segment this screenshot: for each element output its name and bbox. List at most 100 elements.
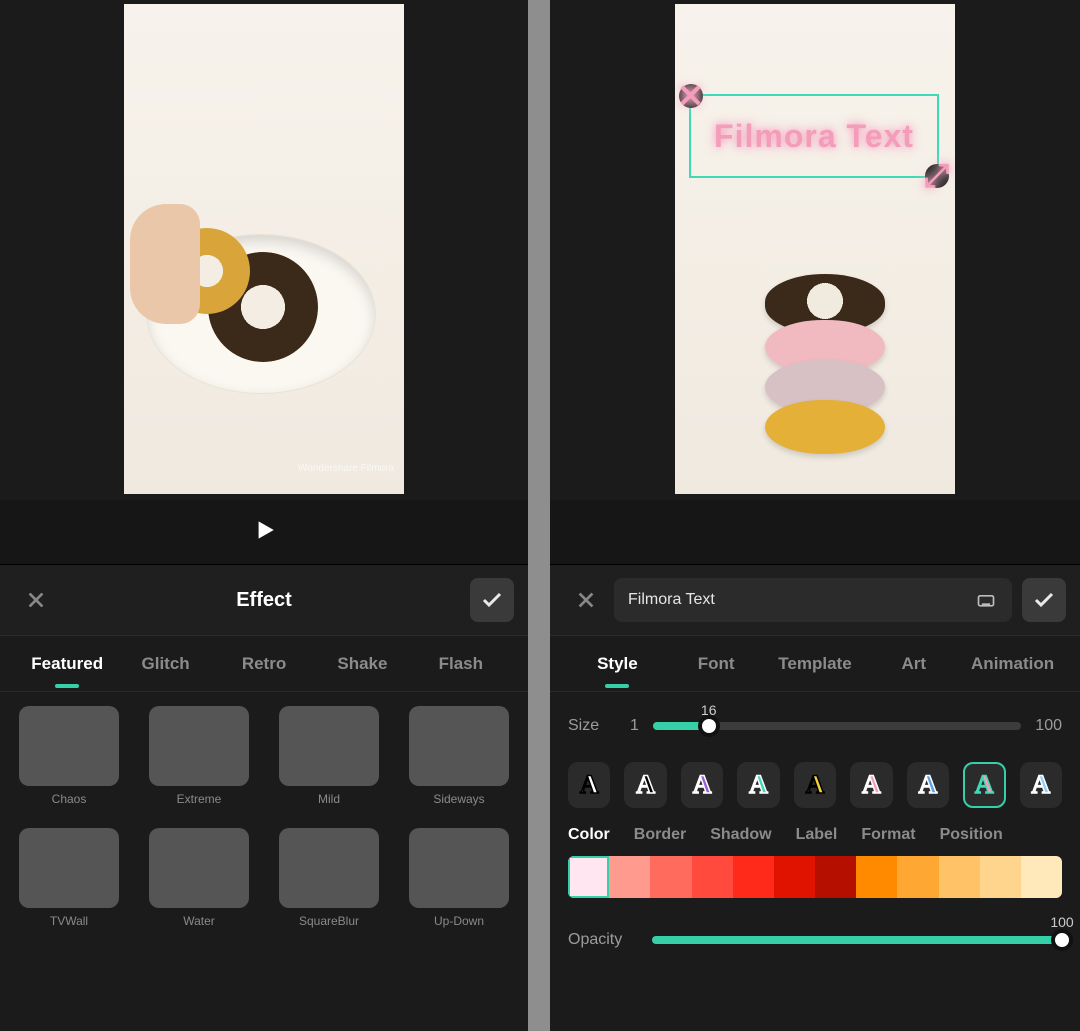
text-preset-4[interactable]: A xyxy=(794,762,836,808)
effect-extreme[interactable]: Extreme xyxy=(148,706,250,806)
text-property-tabs: Color Border Shadow Label Format Position xyxy=(550,812,1080,852)
color-swatch[interactable] xyxy=(609,856,650,898)
subtab-shadow[interactable]: Shadow xyxy=(710,826,771,844)
text-content-input[interactable]: Filmora Text xyxy=(614,578,1012,622)
tab-template[interactable]: Template xyxy=(766,654,865,674)
subtab-format[interactable]: Format xyxy=(861,826,915,844)
size-max: 100 xyxy=(1035,717,1062,735)
spacer xyxy=(550,500,1080,564)
effect-pane: Wondershare Filmora Effect FeaturedGlitc… xyxy=(0,0,528,1031)
effect-panel-header: Effect xyxy=(0,564,528,636)
text-overlay-content: Filmora Text xyxy=(714,118,914,155)
effect-thumbnail xyxy=(409,828,509,908)
text-input-value: Filmora Text xyxy=(628,591,974,609)
text-style-presets: AAAAAAAAA xyxy=(550,752,1080,812)
playback-bar xyxy=(0,500,528,564)
color-swatch[interactable] xyxy=(692,856,733,898)
text-panel-header: Filmora Text xyxy=(550,564,1080,636)
tab-animation[interactable]: Animation xyxy=(963,654,1062,674)
watermark-text: Wondershare Filmora xyxy=(298,463,394,474)
panel-title: Effect xyxy=(58,589,470,612)
effect-label: Chaos xyxy=(52,792,87,806)
effect-up-down[interactable]: Up-Down xyxy=(408,828,510,928)
subtab-color[interactable]: Color xyxy=(568,826,610,844)
effect-thumbnail xyxy=(149,828,249,908)
color-swatch[interactable] xyxy=(939,856,980,898)
tab-flash[interactable]: Flash xyxy=(412,654,510,674)
effect-chaos[interactable]: Chaos xyxy=(18,706,120,806)
effect-thumbnail xyxy=(149,706,249,786)
effect-label: SquareBlur xyxy=(299,914,359,928)
text-preset-2[interactable]: A xyxy=(681,762,723,808)
text-preset-0[interactable]: A xyxy=(568,762,610,808)
subtab-position[interactable]: Position xyxy=(940,826,1003,844)
effect-label: Up-Down xyxy=(434,914,484,928)
effect-water[interactable]: Water xyxy=(148,828,250,928)
opacity-row: Opacity 100 xyxy=(550,898,1080,960)
color-swatch[interactable] xyxy=(568,856,609,898)
scale-handle-icon[interactable]: ⤢ xyxy=(925,164,949,188)
text-preset-7[interactable]: A xyxy=(963,762,1005,808)
size-min: 1 xyxy=(630,717,639,735)
effect-thumbnail xyxy=(409,706,509,786)
subtab-label[interactable]: Label xyxy=(796,826,838,844)
effect-label: TVWall xyxy=(50,914,88,928)
color-swatch[interactable] xyxy=(650,856,691,898)
subtab-border[interactable]: Border xyxy=(634,826,686,844)
color-swatch[interactable] xyxy=(1021,856,1062,898)
size-label: Size xyxy=(568,717,616,735)
effect-label: Extreme xyxy=(177,792,222,806)
effect-thumbnail xyxy=(19,828,119,908)
effect-grid: Chaos Extreme Mild Sideways TVWall Water Squar… xyxy=(0,692,528,942)
effect-thumbnail xyxy=(19,706,119,786)
illustration-donut-stack xyxy=(765,288,885,454)
tab-shake[interactable]: Shake xyxy=(313,654,411,674)
tab-retro[interactable]: Retro xyxy=(215,654,313,674)
opacity-label: Opacity xyxy=(568,931,638,949)
color-swatch[interactable] xyxy=(897,856,938,898)
text-preset-3[interactable]: A xyxy=(737,762,779,808)
size-control: Size 1 16 100 xyxy=(550,692,1080,752)
tab-featured[interactable]: Featured xyxy=(18,654,116,674)
preview-canvas-left[interactable]: Wondershare Filmora xyxy=(124,4,404,494)
effect-thumbnail xyxy=(279,706,379,786)
tab-glitch[interactable]: Glitch xyxy=(116,654,214,674)
close-icon[interactable] xyxy=(14,578,58,622)
color-swatch[interactable] xyxy=(815,856,856,898)
pane-divider xyxy=(528,0,550,1031)
confirm-button[interactable] xyxy=(470,578,514,622)
text-preset-1[interactable]: A xyxy=(624,762,666,808)
preview-area-left: Wondershare Filmora xyxy=(0,0,528,500)
play-icon[interactable] xyxy=(251,517,277,548)
effect-mild[interactable]: Mild xyxy=(278,706,380,806)
preview-canvas-right[interactable]: ✕ Filmora Text ⤢ xyxy=(675,4,955,494)
text-preset-5[interactable]: A xyxy=(850,762,892,808)
effect-label: Mild xyxy=(318,792,340,806)
opacity-value-tooltip: 100 xyxy=(1050,914,1073,930)
color-swatch[interactable] xyxy=(774,856,815,898)
color-swatch[interactable] xyxy=(733,856,774,898)
close-icon[interactable]: ✕ xyxy=(679,84,703,108)
tab-style[interactable]: Style xyxy=(568,654,667,674)
text-overlay-box[interactable]: ✕ Filmora Text ⤢ xyxy=(689,94,939,178)
text-style-pane: ✕ Filmora Text ⤢ Filmora Text StyleFontT… xyxy=(550,0,1080,1031)
opacity-slider[interactable]: 100 xyxy=(652,920,1062,960)
color-palette xyxy=(568,856,1062,898)
tab-art[interactable]: Art xyxy=(864,654,963,674)
effect-squareblur[interactable]: SquareBlur xyxy=(278,828,380,928)
effect-category-tabs: FeaturedGlitchRetroShakeFlash xyxy=(0,636,528,692)
effect-sideways[interactable]: Sideways xyxy=(408,706,510,806)
text-preset-6[interactable]: A xyxy=(907,762,949,808)
confirm-button[interactable] xyxy=(1022,578,1066,622)
size-slider[interactable]: 16 xyxy=(653,706,1021,746)
tab-font[interactable]: Font xyxy=(667,654,766,674)
close-icon[interactable] xyxy=(564,578,608,622)
effect-label: Water xyxy=(183,914,215,928)
color-swatch[interactable] xyxy=(980,856,1021,898)
keyboard-icon[interactable] xyxy=(974,588,998,612)
effect-tvwall[interactable]: TVWall xyxy=(18,828,120,928)
preview-area-right: ✕ Filmora Text ⤢ xyxy=(550,0,1080,500)
illustration-hand xyxy=(130,204,200,324)
text-preset-8[interactable]: A xyxy=(1020,762,1062,808)
color-swatch[interactable] xyxy=(856,856,897,898)
